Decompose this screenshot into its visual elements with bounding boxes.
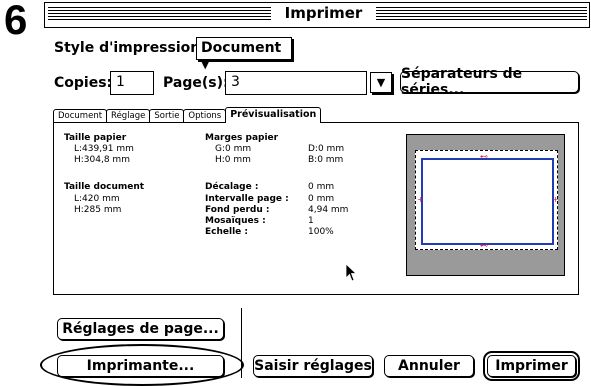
- pages-value: 3: [231, 74, 240, 90]
- titlebar-stripes-right: [376, 7, 587, 22]
- paper-size-label: Taille papier: [64, 133, 127, 143]
- chevron-down-icon: ▼: [376, 76, 386, 89]
- titlebar-stripes-left: [48, 7, 271, 22]
- doc-size-label: Taille document: [64, 182, 145, 192]
- scale-label: Echelle :: [205, 227, 249, 237]
- tab-bar: Document Réglage Sortie Options Prévisua…: [53, 107, 322, 123]
- paper-margins-label: Marges papier: [205, 133, 279, 143]
- copies-label: Copies:: [54, 75, 113, 91]
- bleed-label: Fond perdu :: [205, 205, 270, 215]
- pages-label: Page(s):: [163, 75, 229, 91]
- step-number: 6: [4, 0, 28, 43]
- copies-value: 1: [116, 74, 125, 90]
- bottom-marker-icon: ⊷: [480, 241, 488, 250]
- tiles-value: 1: [308, 216, 314, 226]
- doc-width-value: L:420 mm: [74, 194, 120, 204]
- chevron-down-icon: ▼: [201, 58, 210, 71]
- tab-options[interactable]: Options: [183, 109, 227, 123]
- page-gap-value: 0 mm: [308, 194, 335, 204]
- tab-reglage[interactable]: Réglage: [106, 109, 151, 123]
- print-style-popup[interactable]: Document ▼: [196, 37, 292, 71]
- left-marker-icon: +: [417, 195, 424, 204]
- dialog-title: Imprimer: [271, 4, 376, 22]
- tab-sortie[interactable]: Sortie: [149, 109, 185, 123]
- preview-sheet: ⊷ ⊷ + +: [415, 150, 559, 250]
- offset-label: Décalage :: [205, 182, 259, 192]
- print-style-label: Style d'impression:: [54, 40, 206, 56]
- margin-left-value: G:0 mm: [215, 144, 252, 154]
- dialog-titlebar[interactable]: Imprimer: [44, 2, 590, 28]
- tiles-label: Mosaïques :: [205, 216, 266, 226]
- preview-panel: Taille papier L:439,91 mm H:304,8 mm Mar…: [53, 122, 579, 295]
- cancel-button[interactable]: Annuler: [384, 355, 474, 377]
- tab-previsualisation[interactable]: Prévisualisation: [225, 107, 322, 123]
- right-marker-icon: +: [552, 195, 559, 204]
- separators-button[interactable]: Séparateurs de séries...: [400, 66, 579, 98]
- margin-bottom-value: B:0 mm: [308, 155, 344, 165]
- paper-height-value: H:304,8 mm: [74, 155, 130, 165]
- copies-field[interactable]: 1: [110, 71, 154, 95]
- bleed-value: 4,94 mm: [308, 205, 349, 215]
- page-preview: ⊷ ⊷ + +: [406, 134, 565, 276]
- preview-page-outline: [421, 158, 554, 245]
- scale-value: 100%: [308, 227, 334, 237]
- tab-document[interactable]: Document: [53, 109, 108, 123]
- paper-width-value: L:439,91 mm: [74, 144, 134, 154]
- offset-value: 0 mm: [308, 182, 335, 192]
- pages-field[interactable]: 3: [225, 71, 367, 95]
- top-marker-icon: ⊷: [480, 152, 488, 161]
- capture-settings-button[interactable]: Saisir réglages: [253, 355, 373, 377]
- highlight-ellipse: [40, 344, 244, 386]
- mouse-pointer-icon: [345, 263, 358, 282]
- doc-height-value: H:285 mm: [74, 205, 122, 215]
- pages-dropdown-button[interactable]: ▼: [370, 72, 392, 93]
- print-button[interactable]: Imprimer: [483, 351, 580, 381]
- margin-top-value: H:0 mm: [215, 155, 251, 165]
- page-setup-button[interactable]: Réglages de page...: [57, 318, 224, 340]
- vertical-divider: [241, 308, 242, 378]
- page-gap-label: Intervalle page :: [205, 194, 289, 204]
- print-style-value: Document: [201, 40, 282, 56]
- margin-right-value: D:0 mm: [308, 144, 345, 154]
